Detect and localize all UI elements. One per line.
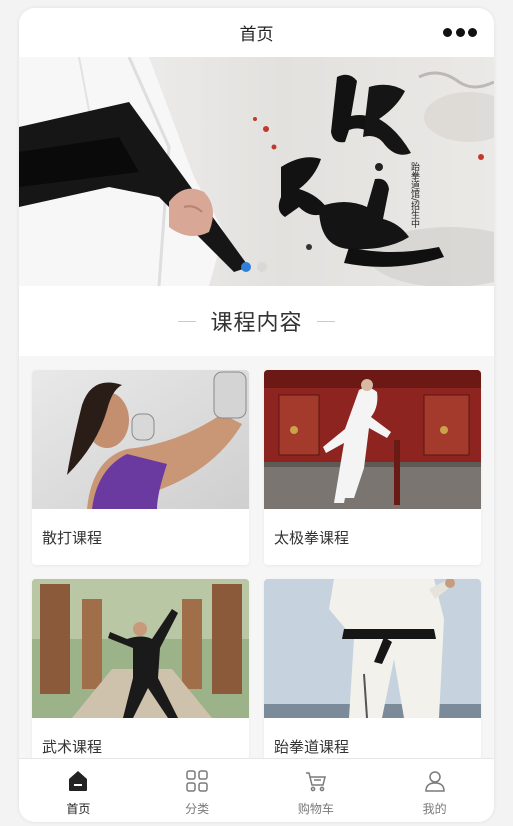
section-title: 课程内容: [210, 311, 303, 336]
course-image-sanda: [32, 370, 249, 509]
carousel-dot-active[interactable]: [241, 262, 251, 272]
banner-image: [19, 57, 494, 286]
navigation-bar: 首页: [19, 8, 494, 57]
course-card-taekwondo[interactable]: 跆拳道课程: [264, 579, 481, 774]
page-title: 首页: [239, 25, 274, 45]
category-grid-icon: [184, 768, 210, 794]
course-image-wushu: [32, 579, 249, 718]
course-card-wushu[interactable]: 武术课程: [32, 579, 249, 774]
course-card-taiji[interactable]: 太极拳课程: [264, 370, 481, 565]
section-header: 课程内容: [19, 286, 494, 356]
course-image-taiji: [264, 370, 481, 509]
cart-icon: [303, 768, 329, 794]
carousel-dot[interactable]: [257, 262, 267, 272]
course-card-sanda[interactable]: 散打课程: [32, 370, 249, 565]
banner-carousel[interactable]: 跆拳道馆/招生中: [19, 57, 494, 286]
tab-label: 首页: [66, 802, 91, 816]
divider-left: [178, 320, 197, 322]
more-dots-icon[interactable]: [443, 23, 477, 41]
tab-label: 购物车: [297, 802, 334, 816]
tab-label: 分类: [185, 802, 210, 816]
course-image-taekwondo: [264, 579, 481, 718]
divider-right: [316, 320, 335, 322]
banner-vertical-text: 跆拳道馆/招生中: [409, 162, 419, 229]
user-icon: [422, 768, 448, 794]
bottom-tab-bar: 首页 分类 购物车 我的: [19, 758, 494, 822]
tab-cart[interactable]: 购物车: [257, 759, 376, 822]
tab-label: 我的: [422, 802, 447, 816]
tab-home[interactable]: 首页: [19, 759, 138, 822]
course-label: 太极拳课程: [274, 528, 350, 547]
home-icon: [65, 768, 91, 794]
tab-mine[interactable]: 我的: [375, 759, 494, 822]
carousel-indicator: [241, 262, 267, 272]
phone-frame: 首页 跆拳道馆/招生中 课程内容 散打课程 太极拳课程 武术课程 跆拳道课程 首…: [19, 8, 494, 822]
course-label: 散打课程: [42, 528, 103, 547]
tab-category[interactable]: 分类: [138, 759, 257, 822]
